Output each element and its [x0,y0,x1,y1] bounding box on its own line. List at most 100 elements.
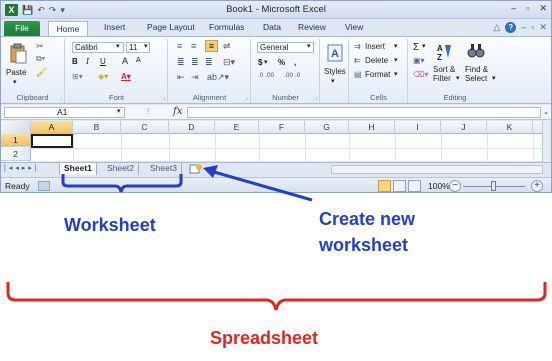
delete-cells-button[interactable]: Delete [365,56,388,65]
fill-icon[interactable]: ▣▾ [413,56,425,65]
sheet-tab-sheet3[interactable]: Sheet3 [146,163,182,175]
row-header-2[interactable]: 2 [1,148,31,161]
delete-cells-icon[interactable]: ⇇ [354,56,361,65]
find-select-icon[interactable] [467,42,485,60]
shrink-font-button[interactable]: A [136,57,141,64]
font-launcher-icon[interactable]: ⌟ [162,94,165,101]
column-header-k[interactable]: K [487,121,533,134]
select-all-corner[interactable] [1,121,31,134]
column-header-d[interactable]: D [169,121,215,134]
sort-filter-dropdown-icon[interactable]: ▾ [456,74,460,82]
tab-view[interactable]: View [345,22,363,32]
fill-color-icon[interactable]: ◈▾ [98,72,108,81]
align-right-icon[interactable]: ≣ [205,57,213,68]
align-center-icon[interactable]: ≣ [191,57,199,68]
zoom-out-button[interactable]: − [449,180,461,192]
name-box-dropdown-icon[interactable]: ▾ [117,107,121,115]
close-button[interactable]: ✕ [539,3,547,14]
find-select-dropdown-icon[interactable]: ▾ [492,74,496,82]
increase-decimal-button[interactable]: .0 .00 [258,72,274,79]
column-header-a[interactable]: A [31,121,73,134]
bottom-align-icon[interactable]: ≡ [205,40,218,52]
italic-button[interactable]: I [86,57,89,66]
zoom-level[interactable]: 100% [428,181,450,191]
orientation-icon[interactable]: ab↗▾ [207,72,229,83]
bold-button[interactable]: B [72,57,78,66]
clipboard-launcher-icon[interactable]: ⌟ [59,94,62,101]
select-label[interactable]: Select [465,74,487,83]
currency-button[interactable]: $ [258,58,262,67]
help-icon[interactable]: ? [505,22,517,33]
format-cells-button[interactable]: Format [365,70,390,79]
autosum-button[interactable]: Σ [413,42,419,53]
column-header-f[interactable]: F [259,121,305,134]
borders-icon[interactable]: ⊞▾ [72,72,83,81]
formula-input[interactable] [187,107,541,118]
sheet-navigation-icons[interactable]: |◂◂▸▸| [4,164,40,172]
increase-indent-icon[interactable]: ⇥ [191,72,199,83]
styles-button[interactable]: Styles [324,67,346,76]
paste-dropdown-icon[interactable]: ▾ [13,78,17,86]
number-format-dropdown-icon[interactable]: ▾ [307,42,311,50]
styles-dropdown-icon[interactable]: ▾ [331,77,335,85]
cut-icon[interactable]: ✂ [36,41,44,52]
delete-dropdown-icon[interactable]: ▾ [394,56,398,64]
minimize-ribbon-icon[interactable]: △ [493,22,500,33]
minimize-button[interactable]: – [511,3,516,14]
paste-icon[interactable] [9,43,27,65]
format-dropdown-icon[interactable]: ▾ [394,70,398,78]
name-box[interactable]: A1 [4,107,125,118]
paste-label[interactable]: Paste [6,68,26,77]
tab-insert[interactable]: Insert [104,22,125,32]
column-header-h[interactable]: H [349,121,395,134]
autosum-dropdown-icon[interactable]: ▾ [422,42,426,50]
sort-filter-icon[interactable]: A Z [437,42,455,62]
format-cells-icon[interactable]: ▤ [354,70,362,79]
number-format-select[interactable]: General [257,42,314,53]
insert-function-button[interactable]: fx [173,106,182,117]
underline-button[interactable]: U [100,57,106,66]
column-header-i[interactable]: I [395,121,441,134]
macro-record-icon[interactable] [38,181,50,191]
expand-formula-bar-icon[interactable]: ⌄ [543,108,549,116]
insert-dropdown-icon[interactable]: ▾ [394,42,398,50]
middle-align-icon[interactable]: ≡ [191,41,196,51]
horizontal-scrollbar[interactable] [331,165,543,174]
doc-restore-icon[interactable]: ▫ [531,22,534,33]
filter-label[interactable]: Filter [433,74,451,83]
column-header-g[interactable]: G [305,121,349,134]
zoom-slider-thumb[interactable] [491,181,496,191]
top-align-icon[interactable]: ≡ [177,41,182,51]
sheet-tab-sheet1[interactable]: Sheet1 [59,163,97,175]
vertical-scrollbar[interactable] [542,121,549,162]
find-select-label[interactable]: Find & [465,65,488,74]
styles-icon[interactable]: A [327,44,343,62]
column-header-j[interactable]: J [441,121,487,134]
tab-data[interactable]: Data [263,22,281,32]
doc-minimize-icon[interactable]: – [521,22,526,33]
column-header-c[interactable]: C [121,121,169,134]
decrease-decimal-button[interactable]: .00 .0 [284,72,300,79]
active-cell-a1[interactable] [31,134,73,148]
worksheet-grid[interactable]: A B C D E F G H I J K 1 2 [1,121,549,162]
tab-home[interactable]: Home [48,21,88,37]
percent-button[interactable]: % [278,58,285,67]
decrease-indent-icon[interactable]: ⇤ [177,72,185,83]
maximize-button[interactable]: ▫ [526,3,529,14]
number-launcher-icon[interactable]: ⌟ [314,94,317,101]
page-break-view-icon[interactable] [408,180,421,192]
zoom-in-button[interactable]: + [531,180,543,192]
tab-page-layout[interactable]: Page Layout [147,22,195,32]
tab-file[interactable]: File [4,21,40,36]
column-header-e[interactable]: E [215,121,259,134]
column-header-b[interactable]: B [73,121,121,134]
copy-icon[interactable]: ⧉▾ [36,54,45,64]
insert-worksheet-icon[interactable] [189,164,203,174]
align-left-icon[interactable]: ≣ [177,57,185,68]
comma-button[interactable]: , [294,58,296,67]
sheet-tab-sheet2[interactable]: Sheet2 [103,163,139,175]
merge-center-icon[interactable]: ⊟▾ [223,57,235,68]
insert-cells-button[interactable]: Insert [365,42,385,51]
tab-formulas[interactable]: Formulas [209,22,244,32]
font-color-icon[interactable]: A▾ [121,72,131,81]
